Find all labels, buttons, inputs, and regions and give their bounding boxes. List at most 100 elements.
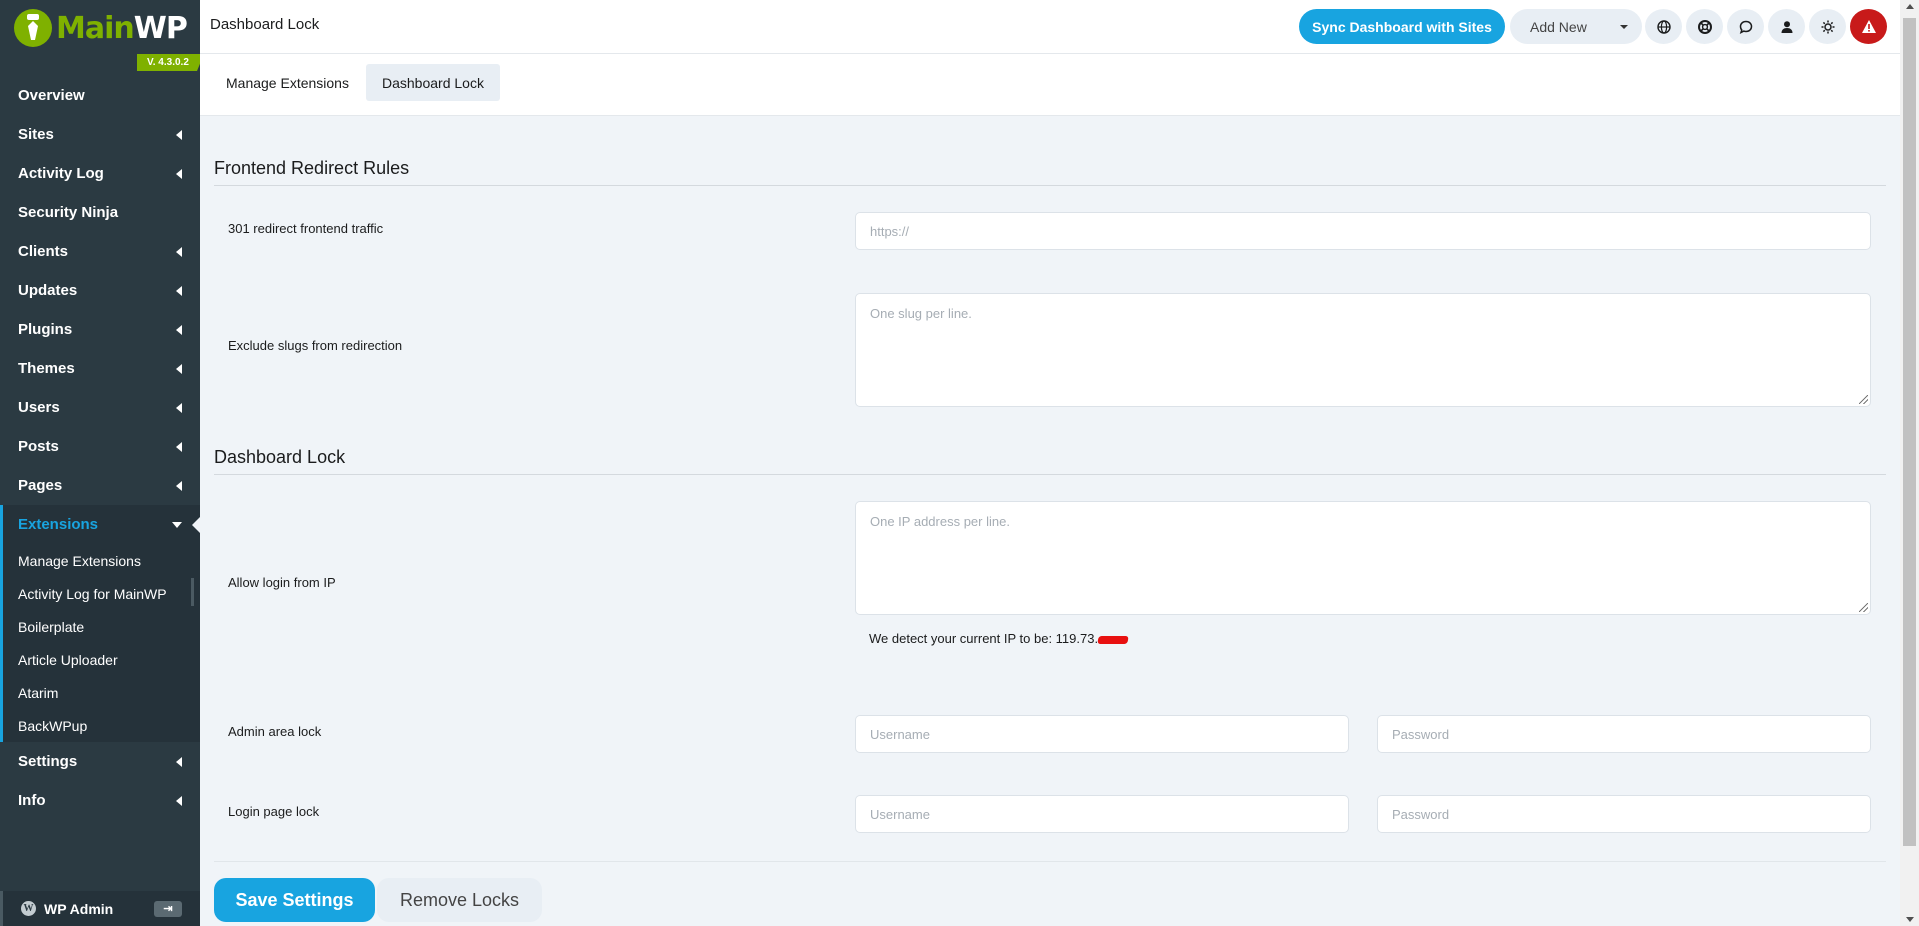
sidebar-item-clients[interactable]: Clients xyxy=(0,232,200,271)
sidebar-item-info[interactable]: Info xyxy=(0,781,200,820)
sidebar-item-sites[interactable]: Sites xyxy=(0,115,200,154)
subitem-backwpup[interactable]: BackWPup xyxy=(3,709,200,742)
sidebar-item-label: Clients xyxy=(18,243,69,260)
sidebar-item-security-ninja[interactable]: Security Ninja xyxy=(0,193,200,232)
tab-manage-extensions[interactable]: Manage Extensions xyxy=(210,64,365,101)
caret-left-icon xyxy=(176,441,182,452)
sidebar-item-themes[interactable]: Themes xyxy=(0,349,200,388)
page-title: Dashboard Lock xyxy=(210,16,320,33)
login-page-lock-label: Login page lock xyxy=(228,804,320,819)
sign-out-icon[interactable]: ⇥ xyxy=(154,900,182,917)
sidebar-item-label: Overview xyxy=(18,87,85,104)
sidebar-item-label: Security Ninja xyxy=(18,204,119,221)
subitem-activity-log-for-mainwp[interactable]: Activity Log for MainWP xyxy=(3,577,200,610)
admin-area-lock-label: Admin area lock xyxy=(228,724,322,739)
theme-toggle-button[interactable] xyxy=(1809,9,1846,44)
form-divider xyxy=(214,861,1886,862)
caret-left-icon xyxy=(176,246,182,257)
sidebar-item-label: Sites xyxy=(18,126,54,143)
add-new-label: Add New xyxy=(1530,18,1587,35)
redirect-traffic-label: 301 redirect frontend traffic xyxy=(228,221,384,236)
sidebar-item-activity-log[interactable]: Activity Log xyxy=(0,154,200,193)
page-scrollbar[interactable] xyxy=(1900,0,1919,926)
detected-ip-text: We detect your current IP to be: 119.73. xyxy=(869,631,1099,646)
section-title-dashboard-lock: Dashboard Lock xyxy=(214,447,1886,475)
exclude-slugs-placeholder: One slug per line. xyxy=(870,306,972,321)
wp-admin-link[interactable]: W WP Admin ⇥ xyxy=(0,891,200,926)
user-icon-button[interactable] xyxy=(1768,9,1805,44)
scroll-thumb[interactable] xyxy=(1903,18,1916,846)
sidebar: MainWP V. 4.3.0.2 Overview Sites Activit… xyxy=(0,0,204,926)
admin-password-input[interactable]: Password xyxy=(1377,715,1871,753)
exclude-slugs-label: Exclude slugs from redirection xyxy=(228,338,403,353)
add-new-dropdown[interactable]: Add New xyxy=(1510,9,1642,44)
login-password-input[interactable]: Password xyxy=(1377,795,1871,833)
logo-text: MainWP xyxy=(56,10,188,46)
sidebar-item-pages[interactable]: Pages xyxy=(0,466,200,505)
admin-username-input[interactable]: Username xyxy=(855,715,1349,753)
login-username-input[interactable]: Username xyxy=(855,795,1349,833)
mainwp-logo[interactable]: MainWP xyxy=(14,8,188,48)
redirect-url-input[interactable]: https:// xyxy=(855,212,1871,250)
sidebar-item-users[interactable]: Users xyxy=(0,388,200,427)
exclude-slugs-textarea[interactable]: One slug per line. xyxy=(855,293,1871,407)
subitem-boilerplate[interactable]: Boilerplate xyxy=(3,610,200,643)
sidebar-item-label: Extensions xyxy=(18,516,99,533)
version-badge: V. 4.3.0.2 xyxy=(137,54,204,71)
sidebar-nav: Overview Sites Activity Log Security Nin… xyxy=(0,76,200,820)
chat-icon-button[interactable] xyxy=(1727,9,1764,44)
sync-dashboard-button[interactable]: Sync Dashboard with Sites xyxy=(1299,9,1505,44)
subitem-article-uploader[interactable]: Article Uploader xyxy=(3,643,200,676)
warning-icon xyxy=(1861,20,1876,33)
caret-left-icon xyxy=(176,402,182,413)
sidebar-item-label: Users xyxy=(18,399,60,416)
caret-left-icon xyxy=(176,480,182,491)
extensions-submenu: Manage Extensions Activity Log for MainW… xyxy=(0,544,200,742)
wordpress-icon: W xyxy=(21,901,36,916)
sidebar-item-label: Posts xyxy=(18,438,59,455)
sidebar-item-label: Updates xyxy=(18,282,78,299)
sidebar-item-plugins[interactable]: Plugins xyxy=(0,310,200,349)
caret-left-icon xyxy=(176,324,182,335)
help-icon-button[interactable] xyxy=(1686,9,1723,44)
sidebar-item-label: Settings xyxy=(18,753,78,770)
allow-ip-textarea[interactable]: One IP address per line. xyxy=(855,501,1871,615)
resize-handle-icon[interactable] xyxy=(1859,395,1868,404)
sidebar-item-label: Info xyxy=(18,792,46,809)
alert-icon-button[interactable] xyxy=(1850,9,1887,44)
scroll-down-icon[interactable] xyxy=(1906,917,1914,922)
allow-ip-label: Allow login from IP xyxy=(228,575,336,590)
comment-icon xyxy=(1739,20,1752,34)
sidebar-item-updates[interactable]: Updates xyxy=(0,271,200,310)
scroll-up-icon[interactable] xyxy=(1906,4,1914,9)
user-icon xyxy=(1781,20,1792,33)
sidebar-item-label: Plugins xyxy=(18,321,73,338)
section-title-redirect: Frontend Redirect Rules xyxy=(214,158,1886,186)
top-bar: Dashboard Lock Sync Dashboard with Sites… xyxy=(200,0,1900,54)
tab-bar: Manage Extensions Dashboard Lock xyxy=(200,54,1900,116)
sidebar-item-label: Activity Log xyxy=(18,165,104,182)
life-ring-icon xyxy=(1697,19,1712,34)
remove-locks-button[interactable]: Remove Locks xyxy=(377,878,542,922)
tab-dashboard-lock[interactable]: Dashboard Lock xyxy=(366,64,500,101)
sidebar-item-posts[interactable]: Posts xyxy=(0,427,200,466)
caret-left-icon xyxy=(176,756,182,767)
sidebar-item-label: Themes xyxy=(18,360,75,377)
subitem-atarim[interactable]: Atarim xyxy=(3,676,200,709)
globe-icon xyxy=(1656,19,1671,34)
logo-icon xyxy=(14,9,52,47)
resize-handle-icon[interactable] xyxy=(1859,603,1868,612)
sidebar-item-label: Pages xyxy=(18,477,63,494)
sidebar-item-extensions[interactable]: Extensions xyxy=(0,505,200,544)
sun-icon xyxy=(1821,20,1834,33)
save-settings-button[interactable]: Save Settings xyxy=(214,878,375,922)
chevron-down-icon xyxy=(1620,25,1628,29)
sidebar-item-settings[interactable]: Settings xyxy=(0,742,200,781)
redaction-mark xyxy=(1097,635,1129,644)
sidebar-item-overview[interactable]: Overview xyxy=(0,76,200,115)
caret-left-icon xyxy=(176,285,182,296)
subitem-manage-extensions[interactable]: Manage Extensions xyxy=(3,544,200,577)
globe-icon-button[interactable] xyxy=(1645,9,1682,44)
caret-left-icon xyxy=(176,363,182,374)
caret-left-icon xyxy=(176,795,182,806)
